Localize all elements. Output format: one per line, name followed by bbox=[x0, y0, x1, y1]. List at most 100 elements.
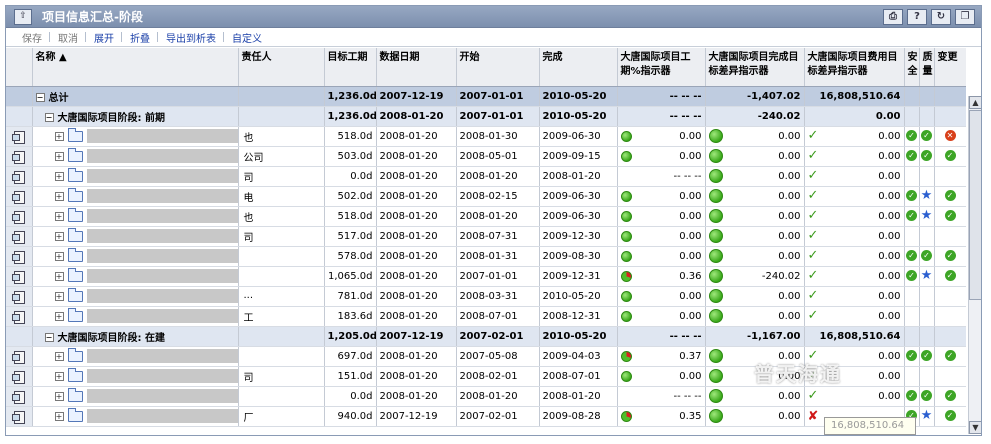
expand-toggle-icon[interactable]: + bbox=[54, 251, 64, 261]
table-row[interactable]: + 司 0.0d 2008-01-20 2008-01-20 2008-01-20 -- -… bbox=[6, 166, 966, 187]
table-row[interactable]: +1,065.0d 2008-01-20 2007-01-01 2009-12-31 0… bbox=[6, 266, 966, 287]
expand-toggle-icon[interactable]: + bbox=[54, 171, 64, 181]
status-ok-icon: ✓ bbox=[944, 150, 956, 162]
scroll-down-icon[interactable]: ▼ bbox=[969, 421, 981, 434]
table-row[interactable]: +... 781.0d 2008-01-20 2008-03-31 2010-05-20… bbox=[6, 286, 966, 307]
table-row[interactable]: +0.0d 2008-01-20 2008-01-20 2008-01-20 -- --… bbox=[6, 386, 966, 407]
document-icon[interactable] bbox=[11, 210, 26, 224]
document-icon[interactable] bbox=[11, 130, 26, 144]
document-icon[interactable] bbox=[11, 190, 26, 204]
restore-icon[interactable]: ❐ bbox=[955, 8, 975, 25]
expand-toggle-icon[interactable]: + bbox=[54, 311, 64, 321]
collapse-button[interactable]: 折叠 bbox=[121, 30, 158, 45]
folder-icon bbox=[67, 127, 83, 142]
help-icon[interactable]: ? bbox=[907, 8, 927, 25]
table-row[interactable]: + 也 518.0d 2008-01-20 2008-01-30 2009-06-30 0.… bbox=[6, 126, 966, 147]
cost-indicator-value: 0.00 bbox=[878, 290, 901, 302]
column-header-start[interactable]: 开始 bbox=[456, 48, 540, 87]
column-header-quality[interactable]: 质量 bbox=[919, 48, 935, 87]
data-date-cell: 2008-01-20 bbox=[376, 206, 457, 227]
collapse-toggle-icon[interactable]: − bbox=[35, 93, 45, 102]
document-icon[interactable] bbox=[11, 350, 26, 364]
finish-indicator-value: 0.00 bbox=[778, 130, 801, 142]
data-date-cell: 2008-01-20 bbox=[376, 246, 457, 267]
document-icon[interactable] bbox=[11, 370, 26, 384]
expand-toggle-icon[interactable]: + bbox=[54, 191, 64, 201]
expand-button[interactable]: 展开 bbox=[85, 30, 122, 45]
export-button[interactable]: 导出到析表 bbox=[157, 30, 224, 45]
finish-cell: 2009-06-30 bbox=[539, 126, 618, 147]
collapse-toggle-icon[interactable]: − bbox=[44, 113, 54, 122]
check-mark-icon: ✓ bbox=[807, 288, 819, 303]
check-mark-icon: ✓ bbox=[807, 148, 819, 163]
refresh-icon[interactable]: ↻ bbox=[931, 8, 951, 25]
vertical-scrollbar[interactable]: ▲ ▼ bbox=[968, 96, 981, 434]
target-cell: 0.0d bbox=[324, 386, 377, 407]
phase-row-preliminary[interactable]: − 大唐国际项目阶段: 前期 1,236.0d 2008-01-20 2007-0… bbox=[6, 106, 966, 127]
table-row[interactable]: + 电 502.0d 2008-01-20 2008-02-15 2009-06-30 0.… bbox=[6, 186, 966, 207]
column-header-name[interactable]: 名称 ▲ bbox=[32, 48, 239, 87]
total-target: 1,236.0d bbox=[324, 86, 377, 107]
owner-cell: 也 bbox=[243, 132, 254, 144]
document-icon[interactable] bbox=[11, 290, 26, 304]
status-dot-icon bbox=[620, 190, 632, 202]
column-header-change[interactable]: 变更 bbox=[934, 48, 966, 87]
collapse-icon[interactable]: ⇧ bbox=[14, 8, 32, 25]
save-button[interactable]: 保存 bbox=[14, 30, 50, 45]
scroll-up-icon[interactable]: ▲ bbox=[969, 96, 981, 109]
finish-cell: 2009-06-30 bbox=[539, 186, 618, 207]
expand-toggle-icon[interactable]: + bbox=[54, 151, 64, 161]
column-header-safety[interactable]: 安全 bbox=[904, 48, 920, 87]
status-ok-icon: ✓ bbox=[906, 250, 917, 262]
total-cost-indicator: 16,808,510.64 bbox=[804, 86, 905, 107]
cost-indicator-value: 0.00 bbox=[878, 190, 901, 202]
expand-toggle-icon[interactable]: + bbox=[54, 291, 64, 301]
document-icon[interactable] bbox=[11, 410, 26, 424]
document-icon[interactable] bbox=[11, 170, 26, 184]
expand-toggle-icon[interactable]: + bbox=[54, 411, 64, 421]
status-ok-icon: ✓ bbox=[906, 150, 917, 162]
column-header-schedule-indicator[interactable]: 大唐国际项目工期%指示器 bbox=[617, 48, 706, 87]
total-row[interactable]: − 总计 1,236.0d 2007-12-19 2007-01-01 2010-… bbox=[6, 86, 966, 107]
cancel-button[interactable]: 取消 bbox=[49, 30, 86, 45]
column-header-target[interactable]: 目标工期 bbox=[324, 48, 377, 87]
redacted-name bbox=[86, 129, 237, 143]
print-icon[interactable]: ⎙ bbox=[883, 8, 903, 25]
schedule-indicator-value: 0.00 bbox=[679, 250, 702, 262]
expand-toggle-icon[interactable]: + bbox=[54, 131, 64, 141]
check-mark-icon: ✓ bbox=[807, 188, 819, 203]
document-icon[interactable] bbox=[11, 270, 26, 284]
customize-button[interactable]: 自定义 bbox=[223, 30, 270, 45]
expand-toggle-icon[interactable]: + bbox=[54, 371, 64, 381]
document-icon[interactable] bbox=[11, 150, 26, 164]
status-dot-icon bbox=[708, 349, 723, 363]
phase-row-construction[interactable]: − 大唐国际项目阶段: 在建 1,205.0d 2007-12-19 2007-02-0… bbox=[6, 326, 966, 347]
column-header-data-date[interactable]: 数据日期 bbox=[376, 48, 457, 87]
start-cell: 2008-01-20 bbox=[456, 206, 540, 227]
start-cell: 2008-02-01 bbox=[456, 366, 540, 387]
table-row[interactable]: + 公司 503.0d 2008-01-20 2008-05-01 2009-09-15 0… bbox=[6, 146, 966, 167]
document-icon[interactable] bbox=[11, 250, 26, 264]
expand-toggle-icon[interactable]: + bbox=[54, 211, 64, 221]
table-row[interactable]: + 厂 940.0d 2007-12-19 2007-02-01 2009-08-28 0.… bbox=[6, 406, 966, 427]
start-cell: 2007-05-08 bbox=[456, 346, 540, 367]
status-ok-icon: ✓ bbox=[921, 350, 932, 362]
collapse-toggle-icon[interactable]: − bbox=[44, 333, 54, 342]
column-header-cost-indicator[interactable]: 大唐国际项目费用目标差异指示器 bbox=[804, 48, 905, 87]
table-row[interactable]: + 也 518.0d 2008-01-20 2008-01-20 2009-06-30 0.… bbox=[6, 206, 966, 227]
document-icon[interactable] bbox=[11, 310, 26, 324]
table-row[interactable]: + 司 517.0d 2008-01-20 2008-07-31 2009-12-30 0.… bbox=[6, 226, 966, 247]
column-header-owner[interactable]: 责任人 bbox=[238, 48, 325, 87]
expand-toggle-icon[interactable]: + bbox=[54, 391, 64, 401]
document-icon[interactable] bbox=[11, 390, 26, 404]
column-header-finish[interactable]: 完成 bbox=[539, 48, 618, 87]
scroll-thumb[interactable] bbox=[969, 110, 981, 300]
expand-toggle-icon[interactable]: + bbox=[54, 231, 64, 241]
table-row[interactable]: +578.0d 2008-01-20 2008-01-31 2009-08-30 0.0… bbox=[6, 246, 966, 267]
schedule-indicator-value: -- -- -- bbox=[673, 170, 702, 182]
expand-toggle-icon[interactable]: + bbox=[54, 271, 64, 281]
expand-toggle-icon[interactable]: + bbox=[54, 351, 64, 361]
column-header-finish-indicator[interactable]: 大唐国际项目完成目标差异指示器 bbox=[705, 48, 805, 87]
table-row[interactable]: + 工 183.6d 2008-01-20 2008-07-01 2008-12-31 0.… bbox=[6, 306, 966, 327]
document-icon[interactable] bbox=[11, 230, 26, 244]
